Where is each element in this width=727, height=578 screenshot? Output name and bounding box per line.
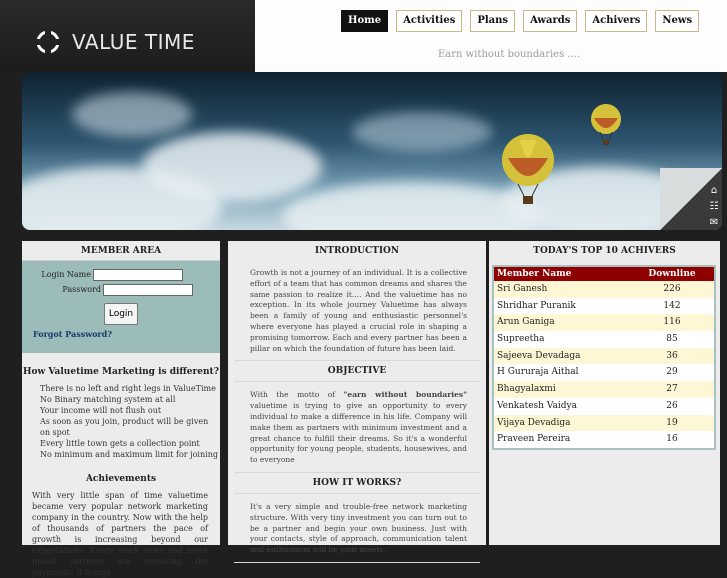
downline-count: 85 <box>666 334 678 345</box>
member-name: Sajeeva Devadaga <box>497 350 581 361</box>
table-body: Sri Ganesh 226 Shridhar Puranik 142 Arun G… <box>494 281 714 448</box>
hero-banner <box>22 72 722 230</box>
forgot-password-link[interactable]: Forgot Password? <box>33 329 112 339</box>
table-row: Praveen Pereira 16 <box>494 431 714 448</box>
table-row: H Gururaja Aithal 29 <box>494 364 714 382</box>
member-name: Venkatesh Vaidya <box>497 400 577 411</box>
downline-count: 29 <box>666 367 678 378</box>
objective-text: With the motto of "earn without boundari… <box>234 382 480 473</box>
list-item: There is no left and right legs in Value… <box>40 384 216 393</box>
downline-count: 16 <box>666 434 678 445</box>
login-form: Login Name Password Login Forgot Passwor… <box>22 261 220 353</box>
tagline: Earn without boundaries .... <box>438 49 581 60</box>
downline-count: 226 <box>663 284 681 294</box>
member-name: Vijaya Devadiga <box>497 417 571 428</box>
table-header: Member Name Downline <box>494 267 714 281</box>
brand-name: VALUE TIME <box>72 30 195 54</box>
side-icons: ⌂ ☷ ✉ <box>705 183 723 231</box>
downline-count: 116 <box>663 317 681 328</box>
difference-title: How Valuetime Marketing is different? <box>23 367 219 377</box>
how-it-works-text: It's a very simple and trouble-free netw… <box>234 494 480 563</box>
nav-awards[interactable]: Awards <box>523 10 578 32</box>
hot-air-balloon-large <box>502 134 554 204</box>
introduction-panel: INTRODUCTION Growth is not a journey of … <box>228 241 486 563</box>
objective-title: OBJECTIVE <box>234 361 480 383</box>
list-item: Every little town gets a collection poin… <box>40 439 200 448</box>
introduction-text: Growth is not a journey of an individual… <box>234 260 480 362</box>
sitemap-icon[interactable]: ☷ <box>705 199 723 215</box>
member-name: H Gururaja Aithal <box>497 367 579 378</box>
list-item: No Binary matching system at all <box>40 395 176 404</box>
login-name-input[interactable] <box>93 268 183 281</box>
member-name: Bhagyalaxmi <box>497 384 556 395</box>
objective-text-before: With the motto of <box>250 390 344 400</box>
achievements-text: With very little span of time valuetime … <box>32 491 208 577</box>
top-achievers-title: TODAY'S TOP 10 ACHIVERS <box>533 246 676 256</box>
nav-news[interactable]: News <box>655 10 700 32</box>
nav-plans[interactable]: Plans <box>470 10 516 32</box>
introduction-title: INTRODUCTION <box>314 246 400 256</box>
table-row: Venkatesh Vaidya 26 <box>494 397 714 415</box>
member-name: Shridhar Puranik <box>497 300 576 311</box>
downline-count: 27 <box>666 384 678 395</box>
member-area-panel: MEMBER AREA Login Name Password Login Fo… <box>22 241 220 577</box>
objective-motto: "earn without boundaries" <box>343 390 467 400</box>
how-it-works-title: HOW IT WORKS? <box>234 473 480 494</box>
table-row: Supreetha 85 <box>494 331 714 348</box>
contact-icon[interactable]: ✉ <box>705 215 723 231</box>
downline-count: 26 <box>666 400 678 411</box>
column-header-downline: Downline <box>648 269 696 279</box>
login-button[interactable]: Login <box>104 303 138 325</box>
hot-air-balloon-small <box>591 104 621 145</box>
member-name: Arun Ganiga <box>497 317 555 328</box>
password-row: Password <box>32 282 193 297</box>
table-row: Sri Ganesh 226 <box>494 281 714 298</box>
logo-icon <box>36 30 60 54</box>
achievers-table: Member Name Downline Sri Ganesh 226 Shrid… <box>492 265 716 450</box>
top-achievers-panel: TODAY'S TOP 10 ACHIVERS Member Name Down… <box>489 241 720 545</box>
table-row: Arun Ganiga 116 <box>494 314 714 332</box>
table-row: Vijaya Devadiga 19 <box>494 414 714 432</box>
member-name: Supreetha <box>497 334 545 345</box>
member-name: Praveen Pereira <box>497 434 571 445</box>
list-item: No minimum and maximum limit for joining <box>40 450 218 459</box>
nav-achivers[interactable]: Achivers <box>585 10 648 32</box>
main-nav: Home Activities Plans Awards Achivers Ne… <box>341 10 707 32</box>
member-name: Sri Ganesh <box>497 284 548 294</box>
objective-text-after: valuetime is trying to give an opportuni… <box>250 401 467 465</box>
nav-activities[interactable]: Activities <box>396 10 463 32</box>
table-row: Sajeeva Devadaga 36 <box>494 347 714 365</box>
logo[interactable]: VALUE TIME <box>34 28 195 56</box>
difference-list: There is no left and right legs in Value… <box>22 383 220 460</box>
list-item: As soon as you join, product will be giv… <box>40 417 209 437</box>
nav-home[interactable]: Home <box>341 10 389 32</box>
achievements-title: Achievements <box>85 474 157 484</box>
column-header-member-name: Member Name <box>497 269 572 279</box>
login-name-row: Login Name <box>32 267 183 282</box>
member-area-title: MEMBER AREA <box>22 241 220 261</box>
table-row: Bhagyalaxmi 27 <box>494 381 714 398</box>
list-item: Your income will not flush out <box>40 406 162 415</box>
downline-count: 19 <box>666 417 678 428</box>
table-row: Shridhar Puranik 142 <box>494 297 714 315</box>
password-label: Password <box>62 285 101 294</box>
downline-count: 142 <box>663 300 681 311</box>
home-icon[interactable]: ⌂ <box>705 183 723 199</box>
downline-count: 36 <box>666 350 678 361</box>
login-name-label: Login Name <box>41 270 91 279</box>
password-input[interactable] <box>103 283 193 296</box>
